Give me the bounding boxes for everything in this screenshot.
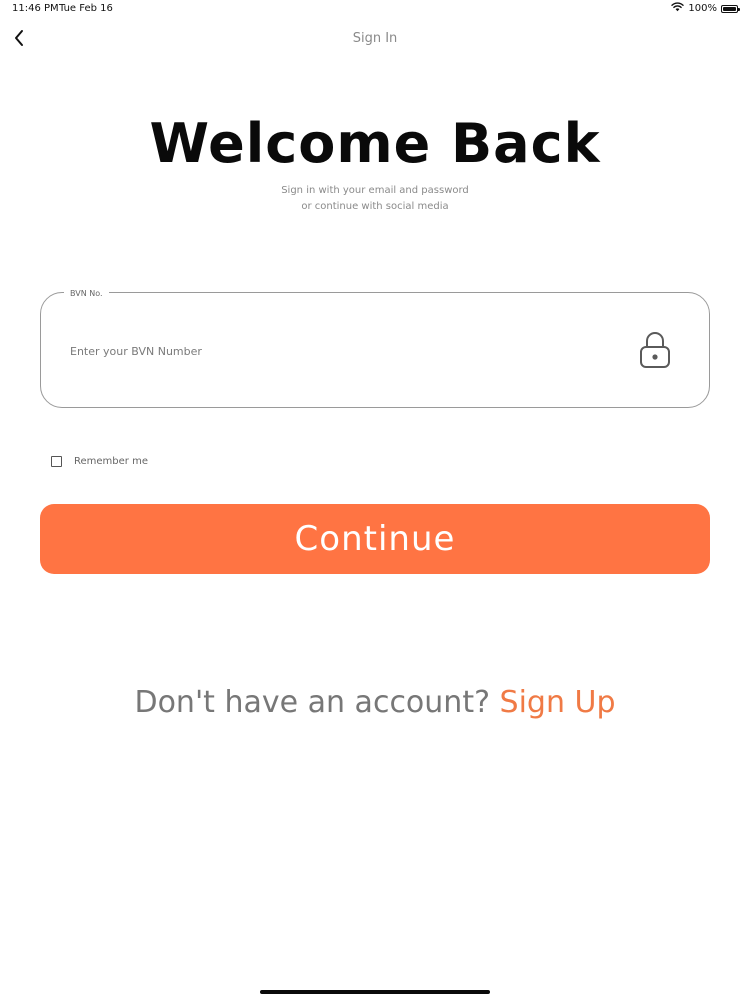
remember-me-label: Remember me [74, 456, 148, 467]
subtitle-line-2: or continue with social media [301, 201, 449, 212]
lock-icon [638, 330, 672, 370]
nav-title: Sign In [352, 31, 398, 46]
status-date: Tue Feb 16 [59, 3, 113, 14]
subtitle-line-1: Sign in with your email and password [281, 185, 469, 196]
subtitle: Sign in with your email and password or … [0, 183, 750, 215]
bvn-input[interactable] [70, 340, 610, 362]
status-bar: 11:46 PM Tue Feb 16 100% [0, 0, 750, 20]
page-title: Welcome Back [149, 112, 601, 175]
remember-me-toggle[interactable]: Remember me [51, 456, 148, 467]
remember-me-checkbox[interactable] [51, 456, 62, 467]
battery-icon [721, 4, 740, 13]
signup-prompt: Don't have an account? Sign Up [0, 685, 750, 720]
sign-up-link[interactable]: Sign Up [500, 685, 616, 720]
continue-button[interactable]: Continue [40, 504, 710, 574]
battery-percent: 100% [688, 3, 717, 14]
home-indicator[interactable] [260, 990, 490, 994]
status-indicators: 100% [671, 2, 740, 15]
status-time: 11:46 PM [12, 3, 59, 14]
wifi-icon [671, 2, 685, 15]
signup-prompt-text: Don't have an account? [134, 685, 500, 720]
bvn-field-label: BVN No. [64, 289, 109, 298]
